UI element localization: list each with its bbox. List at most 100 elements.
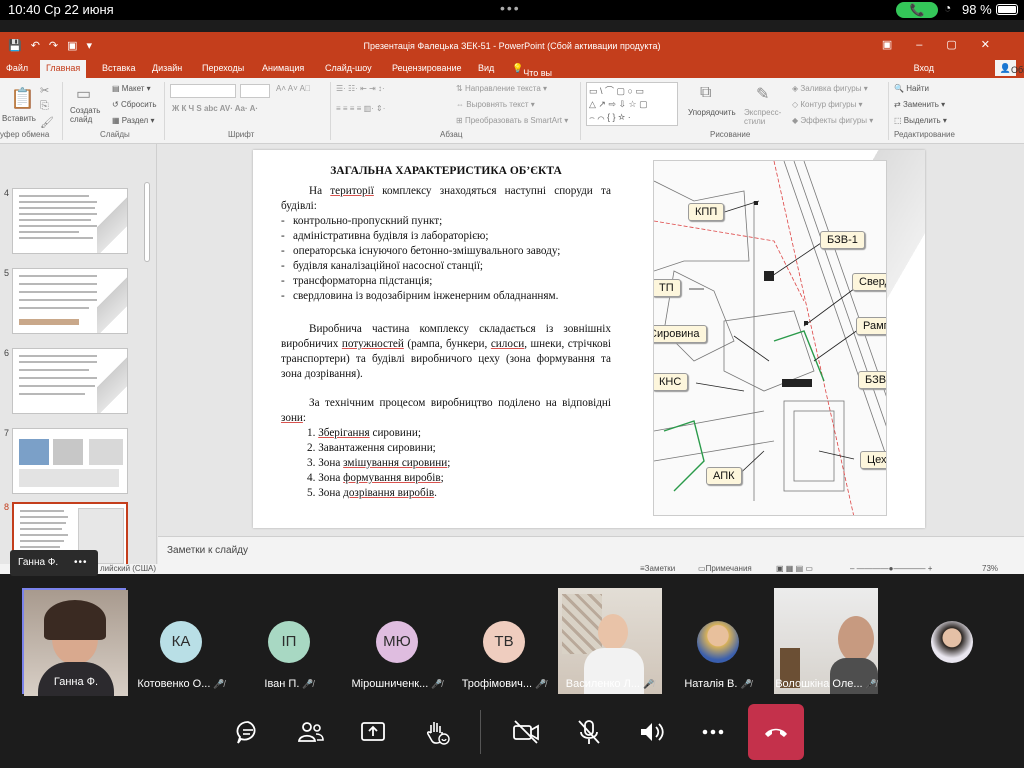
participant-name: Трофімович... 🎤̸ xyxy=(461,678,547,690)
tab-view[interactable]: Вид xyxy=(478,63,494,73)
copy-icon[interactable]: ⎘ xyxy=(40,100,49,113)
smartart-button[interactable]: ⊞ Преобразовать в SmartArt ▾ xyxy=(456,116,568,125)
find-button[interactable]: 🔍 Найти xyxy=(894,84,929,93)
shape-effects-button[interactable]: ◆ Эффекты фигуры ▾ xyxy=(792,116,873,125)
tab-transitions[interactable]: Переходы xyxy=(202,63,244,73)
zoom-slider[interactable]: – ————●———— + xyxy=(850,564,932,573)
slide-thumbnail-7[interactable] xyxy=(12,428,128,494)
presenter-name: Ганна Ф. xyxy=(18,557,59,568)
list-item: 4. Зона формування виробів; xyxy=(307,472,444,484)
language-indicator[interactable]: лийский (США) xyxy=(100,564,156,573)
more-icon[interactable]: ••• xyxy=(74,557,88,568)
window-controls[interactable]: ▣–▢✕ xyxy=(882,38,1014,51)
call-pill-icon[interactable]: 📞 xyxy=(896,2,938,18)
font-style-buttons[interactable]: Ж К Ч S abc AV· Aa· A· xyxy=(172,104,258,113)
participant-tile[interactable]: Волошкіна Оле... 🎤̸ xyxy=(774,588,878,694)
paste-button[interactable]: Вставить xyxy=(2,114,36,123)
list-buttons[interactable]: ☰· ☷· ⇤ ⇥ ↕· xyxy=(336,84,385,93)
align-text-button[interactable]: ⇔ Выровнять текст ▾ xyxy=(456,100,535,109)
arrange-button[interactable]: Упорядочить xyxy=(688,108,736,117)
layout-button[interactable]: ▤ Макет ▾ xyxy=(112,84,151,93)
participant-tile[interactable]: ІП Іван П. 🎤̸ xyxy=(237,588,341,694)
participant-name: Іван П. 🎤̸ xyxy=(264,678,314,690)
participant-tile[interactable] xyxy=(900,588,1004,694)
paste-icon[interactable]: 📋 xyxy=(10,86,35,111)
format-painter-icon[interactable]: 🖌 xyxy=(40,116,54,129)
participant-tile[interactable]: ТВ Трофімович... 🎤̸ xyxy=(452,588,556,694)
mic-off-icon[interactable] xyxy=(574,717,604,747)
font-size-buttons[interactable]: A˄ A˅ A⃠ xyxy=(276,84,311,93)
ios-status-bar: 10:40 Ср 22 июня ••• 📞 ◔ 98 % xyxy=(0,0,1024,20)
comments-toggle[interactable]: ▭ Примечания xyxy=(698,564,752,573)
callout-bzv1: БЗВ-1 xyxy=(820,231,865,249)
slide-thumbnail-5[interactable] xyxy=(12,268,128,334)
login-link[interactable]: Вход xyxy=(914,63,934,73)
arrange-icon[interactable]: ⧉ xyxy=(700,84,711,102)
participant-tile[interactable]: МЮ Мірошниченк... 🎤̸ xyxy=(345,588,449,694)
replace-button[interactable]: ⇄ Заменить ▾ xyxy=(894,100,945,109)
more-icon[interactable] xyxy=(698,717,728,747)
slide-notes-pane[interactable]: Заметки к слайду xyxy=(158,536,1024,564)
slide-thumbnail-6[interactable] xyxy=(12,348,128,414)
tab-home[interactable]: Главная xyxy=(40,60,87,78)
participant-tile[interactable]: КА Котовенко О... 🎤̸ xyxy=(129,588,233,694)
quick-styles-button[interactable]: Экспресс-стили xyxy=(744,108,790,126)
new-slide-button[interactable]: Создать слайд xyxy=(70,106,110,124)
speaker-icon[interactable] xyxy=(636,717,666,747)
font-size-field[interactable] xyxy=(240,84,270,98)
status-time: 10:40 Ср 22 июня xyxy=(8,2,114,17)
thumbnails-scrollbar[interactable] xyxy=(144,182,150,262)
reset-button[interactable]: ↺ Сбросить xyxy=(112,100,157,109)
hang-up-button[interactable] xyxy=(748,704,804,760)
tab-insert[interactable]: Вставка xyxy=(102,63,135,73)
view-buttons[interactable]: ▣ ▦ ▤ ▭ xyxy=(776,564,813,573)
ppt-status-bar: лийский (США) ≡ Заметки ▭ Примечания ▣ ▦… xyxy=(0,564,1024,574)
font-name-field[interactable] xyxy=(170,84,236,98)
align-buttons[interactable]: ≡ ≡ ≡ ≡ ▥· ⇕· xyxy=(336,104,385,113)
participant-tile[interactable]: Ганна Ф. xyxy=(22,588,128,696)
tab-review[interactable]: Рецензирование xyxy=(392,63,462,73)
select-button[interactable]: ⬚ Выделить ▾ xyxy=(894,116,947,125)
avatar: ІП xyxy=(268,621,310,663)
shape-fill-button[interactable]: ◈ Заливка фигуры ▾ xyxy=(792,84,868,93)
slide-editing-area: ЗАГАЛЬНА ХАРАКТЕРИСТИКА ОБ’ЄКТА На терит… xyxy=(158,144,1024,536)
cut-icon[interactable]: ✂ xyxy=(40,84,49,97)
raise-hand-icon[interactable] xyxy=(421,717,451,747)
tab-design[interactable]: Дизайн xyxy=(152,63,182,73)
group-font: Шрифт xyxy=(228,130,255,139)
slide-thumbnail-4[interactable] xyxy=(12,188,128,254)
callout-sverd: Сверд. xyxy=(852,273,886,291)
multitask-dots-icon[interactable]: ••• xyxy=(500,0,521,16)
camera-off-icon[interactable] xyxy=(511,717,541,747)
list-item: 2. Завантаження сировини; xyxy=(307,442,436,454)
share-icon[interactable] xyxy=(358,717,388,747)
quick-styles-icon[interactable]: ✎ xyxy=(756,84,769,104)
share-button[interactable]: 👤 Общий доступ xyxy=(994,60,1024,85)
tab-slideshow[interactable]: Слайд-шоу xyxy=(325,63,372,73)
text-direction-button[interactable]: ⇅ Направление текста ▾ xyxy=(456,84,547,93)
zoom-level[interactable]: 73% xyxy=(982,564,998,573)
presenter-name-tag: Ганна Ф. ••• xyxy=(10,550,98,576)
slide-thumbnails-pane: 4 5 6 7 8 9 xyxy=(0,144,157,574)
chat-icon[interactable] xyxy=(233,717,263,747)
callout-tp: ТП xyxy=(654,279,681,297)
people-icon[interactable] xyxy=(296,717,326,747)
notes-toggle[interactable]: ≡ Заметки xyxy=(640,564,675,573)
mic-muted-icon: 🎤̸ xyxy=(643,679,655,689)
shapes-gallery[interactable]: ▭ \ ⌒ ▢ ○ ▭ △ ↗ ⇨ ⇩ ☆ ▢ ⌢ ⌒ { } ☆ · xyxy=(586,82,678,126)
thumb-number: 5 xyxy=(4,268,10,278)
tab-file[interactable]: Файл xyxy=(6,63,28,73)
mic-muted-icon: 🎤̸ xyxy=(535,679,547,689)
call-controls-bar xyxy=(0,700,1024,768)
tab-animation[interactable]: Анимация xyxy=(262,63,304,73)
shape-outline-button[interactable]: ◇ Контур фигуры ▾ xyxy=(792,100,863,109)
section-button[interactable]: ▦ Раздел ▾ xyxy=(112,116,154,125)
shared-screen-powerpoint: 💾↶↷▣▾ Презентація Фалецька ЗЕК-51 - Powe… xyxy=(0,32,1024,574)
participant-tile[interactable]: Наталія В. 🎤̸ xyxy=(666,588,770,694)
slide-numbered-list: 1. Зберігання сировини; 2. Завантаження … xyxy=(307,426,611,501)
participant-tile[interactable]: Василенко Л... 🎤̸ xyxy=(558,588,662,694)
current-slide[interactable]: ЗАГАЛЬНА ХАРАКТЕРИСТИКА ОБ’ЄКТА На терит… xyxy=(253,150,925,528)
group-editing: Редактирование xyxy=(894,130,955,139)
tell-me-search[interactable]: 💡 Что вы хотите сделать? xyxy=(512,63,562,98)
new-slide-icon[interactable]: ▭ xyxy=(76,84,91,104)
